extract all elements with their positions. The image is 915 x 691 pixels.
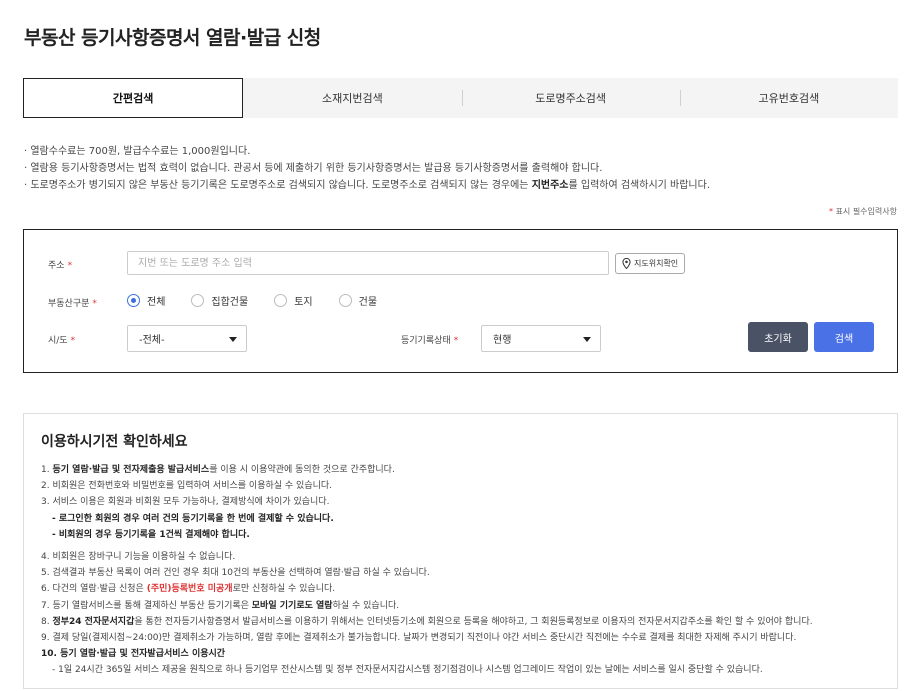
search-tabs: 간편검색 소재지번검색 도로명주소검색 고유번호검색 [23, 78, 898, 118]
required-star: * [67, 261, 73, 271]
info-item-8-text: 을 통한 전자등기사항증명서 발급서비스를 이용하기 위해서는 인터넷등기소에 … [134, 616, 813, 627]
sido-label-text: 시/도 [48, 336, 68, 346]
info-item-3-sub-2: - 비회원의 경우 등기기록을 1건씩 결제해야 합니다. [52, 529, 250, 540]
info-item-3: 3. 서비스 이용은 회원과 비회원 모두 가능하나, 결제방식에 차이가 있습… [41, 497, 330, 508]
radio-building[interactable]: 건물 [338, 293, 378, 308]
radio-dot [338, 294, 352, 307]
info-item-3-sub-1: - 로그인한 회원의 경우 여러 건의 등기기록을 한 번에 결제할 수 있습니… [52, 513, 334, 524]
required-star: * [92, 299, 97, 309]
radio-aggregate-building-label: 집합건물 [211, 297, 249, 308]
info-item-5: 5. 검색결과 부동산 목록이 여러 건인 경우 최대 10건의 부동산을 선택… [41, 568, 430, 579]
info-item-7-text-end: 하실 수 있습니다. [332, 600, 400, 611]
info-item-number: 1. [41, 465, 50, 475]
usage-info-box: 이용하시기전 확인하세요 1. 등기 열람·발급 및 전자제출용 발급서비스를 … [23, 413, 898, 689]
tab-road-address-search[interactable]: 도로명주소검색 [461, 78, 680, 118]
tab-unique-number-search[interactable]: 고유번호검색 [679, 78, 898, 118]
notice-legal-effect: 열람용 등기사항증명서는 법적 효력이 없습니다. 관공서 등에 제출하기 위한… [24, 160, 710, 177]
sido-label: 시/도 * [48, 333, 75, 346]
info-item-7: 7. 등기 열람서비스를 통해 결제하신 부동산 등기기록은 모바일 기기로도 … [41, 598, 813, 614]
radio-land[interactable]: 토지 [274, 293, 313, 308]
required-legend: * 표시 필수입력사항 [829, 206, 897, 217]
usage-info-list: 1. 등기 열람·발급 및 전자제출용 발급서비스를 이용 시 이용약관에 동의… [41, 462, 813, 679]
info-item-7-bold: 모바일 기기로도 열람 [251, 600, 333, 611]
property-type-radio-group: 전체 집합건물 토지 건물 [127, 293, 403, 308]
info-item-4: 4. 비회원은 장바구니 기능을 이용하실 수 없습니다. [41, 552, 236, 563]
radio-all-label: 전체 [147, 297, 166, 308]
info-item-9: 9. 결제 당일(결제시점~24:00)만 결제취소가 가능하며, 열람 후에는… [41, 633, 797, 644]
radio-all[interactable]: 전체 [127, 293, 165, 308]
chevron-down-icon [229, 337, 237, 342]
info-item-8: 8. 정부24 전자문서지갑을 통한 전자등기사항증명서 발급서비스를 이용하기… [41, 614, 813, 630]
search-form: 주소* 지도위치확인 부동산구분* 전체 집합건물 토지 건물 시/도* -전체… [23, 229, 898, 373]
sido-select-value: -전체- [139, 335, 165, 346]
info-item-7-text: 7. 등기 열람서비스를 통해 결제하신 부동산 등기기록은 [41, 600, 252, 611]
map-pin-icon [622, 258, 631, 269]
notice-road-address: 도로명주소가 병기되지 않은 부동산 등기기록은 도로명주소로 검색되지 않습니… [24, 177, 710, 194]
info-item-8-bold: 정부24 전자문서지갑 [52, 616, 135, 627]
map-location-button-label: 지도위치확인 [634, 259, 679, 268]
tab-lot-number-search[interactable]: 소재지번검색 [243, 78, 461, 118]
required-star: * [453, 336, 459, 346]
address-label-text: 주소 [48, 261, 65, 271]
radio-dot [191, 294, 205, 307]
info-item-10: 10. 등기 열람·발급 및 전자발급서비스 이용시간 [41, 649, 226, 660]
info-item-6-text-end: 로만 신청하실 수 있습니다. [232, 584, 336, 595]
required-star: * [829, 207, 834, 216]
info-item-1-text: 를 이용 시 이용약관에 동의한 것으로 간주합니다. [209, 465, 395, 475]
notice-list: 열람수수료는 700원, 발급수수료는 1,000원입니다. 열람용 등기사항증… [24, 143, 710, 194]
radio-land-label: 토지 [294, 297, 313, 308]
usage-info-title: 이용하시기전 확인하세요 [41, 434, 188, 450]
notice-fee: 열람수수료는 700원, 발급수수료는 1,000원입니다. [24, 143, 710, 160]
notice-road-address-bold: 지번주소 [531, 180, 569, 191]
record-status-label: 등기기록상태 * [401, 333, 458, 346]
info-item-1-bold: 등기 열람·발급 및 전자제출용 발급서비스 [52, 465, 210, 475]
property-type-label-text: 부동산구분 [48, 299, 90, 309]
record-status-select[interactable]: 현행 [481, 325, 601, 352]
notice-road-address-text: 도로명주소가 병기되지 않은 부동산 등기기록은 도로명주소로 검색되지 않습니… [30, 180, 532, 191]
reset-button[interactable]: 초기화 [748, 322, 808, 352]
radio-dot [127, 294, 140, 307]
search-button[interactable]: 검색 [814, 322, 874, 352]
info-item-2: 2. 비회원은 전화번호와 비밀번호를 입력하여 서비스를 이용하실 수 있습니… [41, 481, 333, 492]
radio-dot [274, 294, 288, 307]
info-item-number: 8. [41, 616, 50, 627]
chevron-down-icon [583, 337, 591, 342]
address-input[interactable] [127, 251, 609, 275]
radio-aggregate-building[interactable]: 집합건물 [191, 293, 248, 308]
page-title: 부동산 등기사항증명서 열람·발급 신청 [24, 27, 321, 49]
address-label: 주소 * [48, 258, 72, 271]
info-item-6-text: 6. 다건의 열람·발급 신청은 [41, 584, 147, 595]
notice-road-address-text-end: 를 입력하여 검색하시기 바랍니다. [568, 180, 711, 191]
map-location-button[interactable]: 지도위치확인 [615, 253, 686, 274]
record-status-select-value: 현행 [493, 335, 512, 346]
radio-building-label: 건물 [358, 297, 378, 308]
required-star: * [70, 336, 76, 346]
info-item-10-sub: - 1일 24시간 365일 서비스 제공을 원칙으로 하나 등기업무 전산시스… [52, 665, 763, 676]
required-legend-text: 표시 필수입력사항 [835, 207, 897, 216]
property-type-label: 부동산구분 * [48, 296, 97, 309]
sido-select[interactable]: -전체- [127, 325, 247, 352]
info-item-6: 6. 다건의 열람·발급 신청은 (주민)등록번호 미공개로만 신청하실 수 있… [41, 581, 813, 597]
info-item-6-highlight: (주민)등록번호 미공개 [146, 584, 233, 595]
info-item-1: 1. 등기 열람·발급 및 전자제출용 발급서비스를 이용 시 이용약관에 동의… [41, 462, 813, 478]
record-status-label-text: 등기기록상태 [401, 336, 451, 346]
tab-simple-search[interactable]: 간편검색 [23, 78, 244, 118]
